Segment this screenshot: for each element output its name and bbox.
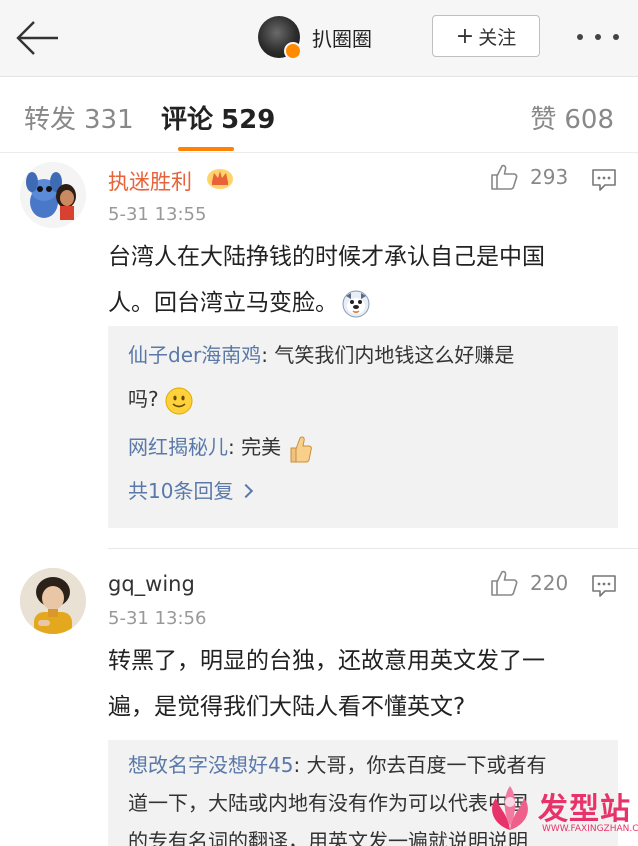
watermark-url: WWW.FAXINGZHAN.COM xyxy=(542,824,638,834)
comment-username[interactable]: 执迷胜利 xyxy=(108,166,192,196)
view-more-replies-link[interactable]: 共10条回复 xyxy=(128,472,598,510)
reply-comment-icon[interactable] xyxy=(591,574,617,598)
avatar[interactable] xyxy=(20,568,86,634)
like-button[interactable]: 220 xyxy=(490,570,568,596)
comment-text-line: 遍，是觉得我们大陆人看不懂英文? xyxy=(108,694,466,720)
tab-comments-count: 529 xyxy=(221,105,276,135)
reply-text: : 大哥，你去百度一下或者有 xyxy=(293,753,547,777)
divider xyxy=(0,152,638,153)
thumbs-up-icon xyxy=(491,164,518,190)
reply-username[interactable]: 想改名字没想好45 xyxy=(128,753,293,777)
comment-username[interactable]: gq_wing xyxy=(108,572,195,596)
weibo-comment-page: 扒圈圈 + 关注 转发 331 评论 529 赞 608 执迷胜利 5-31 1… xyxy=(0,0,638,846)
stitch-avatar-icon xyxy=(20,162,86,228)
reply-username[interactable]: 仙子der海南鸡 xyxy=(128,343,261,367)
comment-text-line: 转黑了，明显的台独，还故意用英文发了一 xyxy=(108,648,545,674)
reply-text: 吗? xyxy=(128,387,159,411)
comment-text-span: 人。回台湾立马变脸。 xyxy=(108,290,338,316)
profile-username[interactable]: 扒圈圈 xyxy=(312,23,372,52)
watermark-logo: 发型站 WWW.FAXINGZHAN.COM xyxy=(478,776,638,846)
reply-item: 网红揭秘儿: 完美 xyxy=(128,428,598,466)
comment-text: 台湾人在大陆挣钱的时候才承认自己是中国 人。回台湾立马变脸。 xyxy=(108,234,618,326)
divider xyxy=(108,548,638,549)
avatar[interactable] xyxy=(258,16,302,60)
back-arrow-icon[interactable] xyxy=(14,18,60,58)
reply-item: 仙子der海南鸡: 气笑我们内地钱这么好赚是 xyxy=(128,336,598,374)
tab-repost[interactable]: 转发 331 xyxy=(24,99,134,136)
avatar[interactable] xyxy=(20,162,86,228)
dog-emoji-icon xyxy=(342,290,370,317)
thumbs-up-icon xyxy=(491,570,518,596)
like-count: 220 xyxy=(530,571,569,595)
comment-time: 5-31 13:55 xyxy=(108,204,207,225)
tab-bar: 转发 331 评论 529 赞 608 xyxy=(0,77,638,153)
tab-comments[interactable]: 评论 529 xyxy=(161,99,275,136)
tab-comments-label: 评论 xyxy=(161,105,214,135)
reply-comment-icon[interactable] xyxy=(591,168,617,192)
thumbs-up-emoji-icon xyxy=(290,436,313,462)
comment-text-line: 台湾人在大陆挣钱的时候才承认自己是中国 xyxy=(108,244,545,270)
watermark-text: 发型站 xyxy=(538,792,631,827)
reply-thread: 仙子der海南鸡: 气笑我们内地钱这么好赚是 吗? 网红揭秘儿: 完美 共10条… xyxy=(108,326,618,528)
user-photo-avatar-icon xyxy=(20,568,86,634)
plus-icon: + xyxy=(455,23,475,49)
top-bar: 扒圈圈 + 关注 xyxy=(0,0,638,77)
verified-badge-icon xyxy=(284,42,302,60)
smile-emoji-icon xyxy=(165,387,193,414)
tab-likes-count: 608 xyxy=(564,105,614,135)
comment-text: 转黑了，明显的台独，还故意用英文发了一 遍，是觉得我们大陆人看不懂英文? xyxy=(108,638,618,730)
comment-time: 5-31 13:56 xyxy=(108,608,207,629)
tab-repost-label: 转发 xyxy=(24,105,77,135)
more-dots-icon[interactable] xyxy=(574,25,622,49)
active-tab-indicator xyxy=(178,147,234,151)
reply-text: : 完美 xyxy=(228,435,282,459)
reply-username[interactable]: 网红揭秘儿 xyxy=(128,435,228,459)
tab-likes[interactable]: 赞 608 xyxy=(530,99,614,136)
chevron-right-icon xyxy=(239,483,254,498)
tab-repost-count: 331 xyxy=(84,105,134,135)
comment-text-line: 人。回台湾立马变脸。 xyxy=(108,280,618,326)
like-count: 293 xyxy=(530,165,569,189)
profile-header[interactable]: 扒圈圈 xyxy=(258,15,372,60)
tab-likes-label: 赞 xyxy=(530,105,557,135)
reply-text: : 气笑我们内地钱这么好赚是 xyxy=(261,343,515,367)
crown-icon xyxy=(207,169,233,189)
reply-item-continuation: 吗? xyxy=(128,380,598,418)
more-replies-label: 共10条回复 xyxy=(128,479,234,503)
follow-label: 关注 xyxy=(478,26,517,49)
like-button[interactable]: 293 xyxy=(490,164,568,190)
flower-logo-icon xyxy=(492,786,528,830)
follow-button[interactable]: + 关注 xyxy=(432,15,540,57)
